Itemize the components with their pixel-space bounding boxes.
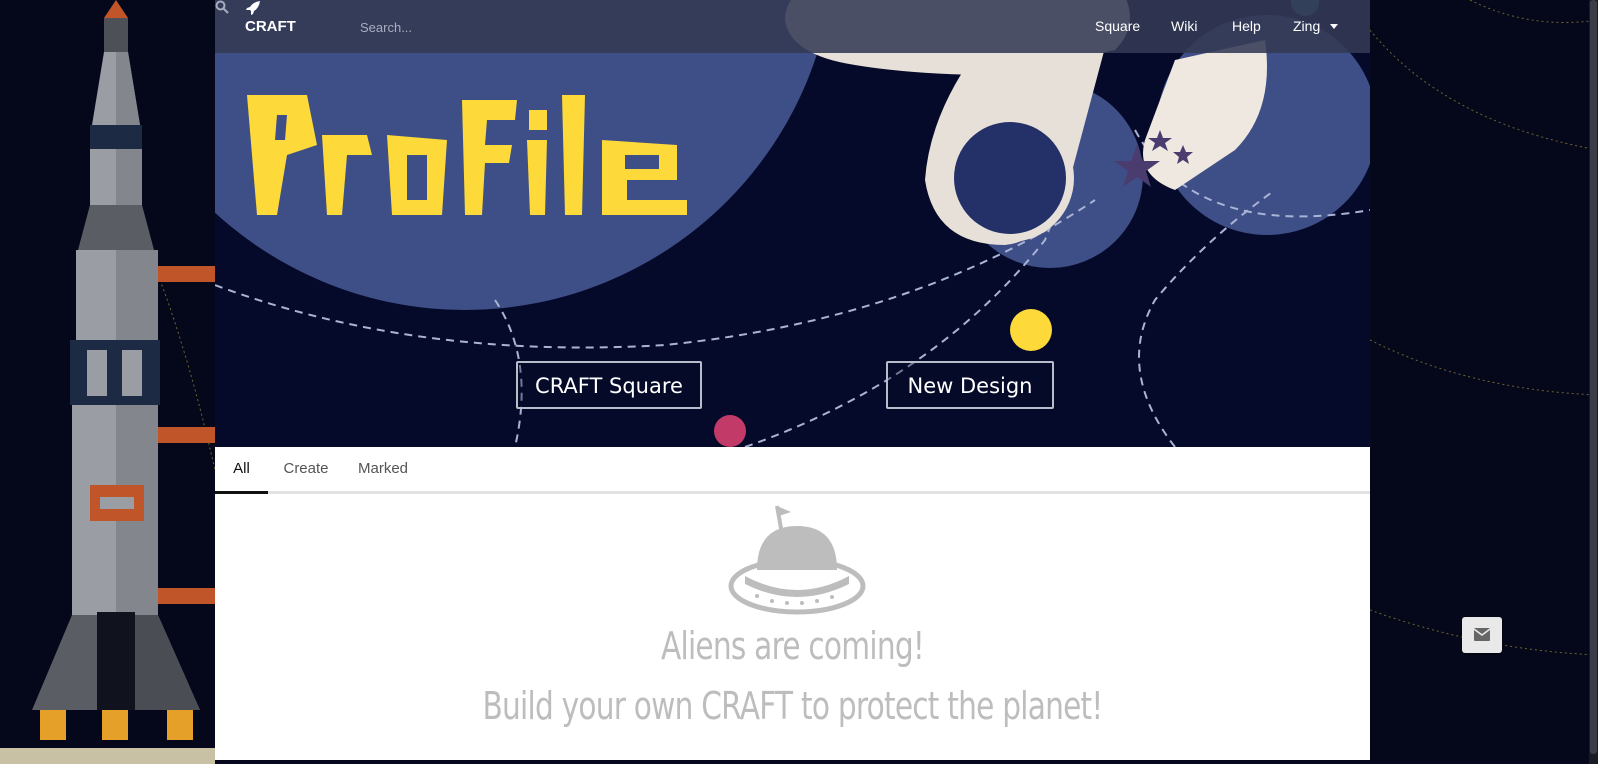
tab-create[interactable]: Create (275, 447, 337, 491)
ufo-icon (728, 505, 866, 615)
hero-banner: CRAFT Square Wiki Help Zing CRAFT Square… (215, 0, 1370, 447)
empty-state-message: Build your own CRAFT to protect the plan… (482, 684, 1103, 728)
brand-link[interactable]: CRAFT (245, 0, 296, 53)
nav-link-help[interactable]: Help (1232, 0, 1261, 53)
search-input[interactable] (358, 15, 532, 39)
brand-label: CRAFT (245, 18, 296, 35)
new-design-button[interactable]: New Design (886, 361, 1054, 409)
contact-mail-button[interactable] (1462, 617, 1502, 653)
user-menu-dropdown[interactable]: Zing (1293, 0, 1339, 53)
hero-illustration (215, 0, 1370, 447)
nav-link-wiki[interactable]: Wiki (1171, 0, 1197, 53)
envelope-icon (1474, 628, 1490, 641)
top-navbar: CRAFT Square Wiki Help Zing (215, 0, 1370, 53)
caret-down-icon (1330, 24, 1339, 29)
nav-link-square[interactable]: Square (1095, 0, 1140, 53)
main-panel: CRAFT Square Wiki Help Zing CRAFT Square… (215, 0, 1370, 760)
rocket-icon (246, 1, 260, 15)
empty-state: Aliens are coming! Build your own CRAFT … (215, 494, 1370, 760)
tab-marked[interactable]: Marked (351, 447, 415, 491)
search-icon[interactable] (215, 0, 229, 14)
profile-tabs: All Create Marked (215, 447, 1370, 494)
user-name: Zing (1293, 18, 1321, 34)
craft-square-button[interactable]: CRAFT Square (516, 361, 702, 409)
tab-all[interactable]: All (215, 447, 268, 494)
scrollbar-thumb[interactable] (1590, 0, 1597, 754)
empty-state-heading: Aliens are coming! (661, 624, 925, 668)
